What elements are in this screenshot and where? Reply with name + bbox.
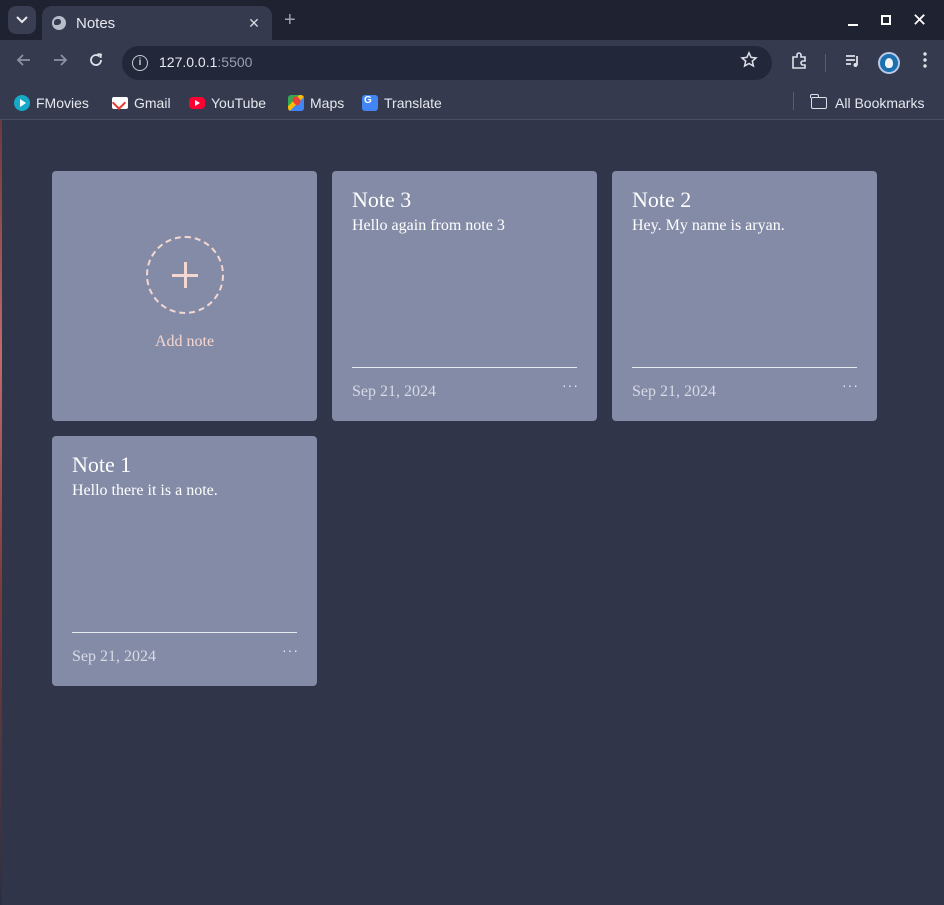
browser-toolbar: i 127.0.0.1:5500 [0,40,944,86]
note-divider [352,367,577,368]
note-date: Sep 21, 2024 [72,648,156,665]
address-bar[interactable]: i 127.0.0.1:5500 [122,46,772,80]
maximize-icon[interactable] [870,10,903,30]
chevron-down-icon [16,16,28,24]
media-controls-icon[interactable] [842,52,864,77]
window-close-icon[interactable]: ✕ [903,10,936,30]
gmail-icon [112,97,128,109]
translate-icon [362,95,378,111]
extensions-icon[interactable] [788,52,810,77]
site-info-icon[interactable]: i [132,55,148,71]
bookmarks-bar: FMovies Gmail YouTube Maps Translate All… [0,86,944,120]
bookmark-youtube[interactable]: YouTube [189,92,266,114]
note-divider [632,367,857,368]
bookmark-gmail[interactable]: Gmail [112,92,171,114]
all-bookmarks-button[interactable]: All Bookmarks [810,92,924,114]
close-tab-icon[interactable]: ✕ [246,15,262,32]
note-title: Note 1 [72,452,132,477]
bookmark-translate[interactable]: Translate [362,92,442,114]
fmovies-icon [14,95,30,111]
add-note-card[interactable]: Add note [52,171,317,421]
new-tab-button[interactable]: + [284,8,296,32]
add-note-label: Add note [154,333,215,350]
note-card[interactable]: Note 2 Hey. My name is aryan. Sep 21, 20… [612,171,877,421]
reload-button[interactable] [85,52,107,74]
more-menu-icon[interactable] [914,52,936,75]
maps-icon [288,95,304,111]
profile-avatar[interactable] [878,52,900,74]
more-options-icon[interactable]: ··· [562,377,579,393]
note-date: Sep 21, 2024 [352,383,436,400]
folder-icon [810,94,827,109]
note-title: Note 3 [352,187,412,212]
url-text: 127.0.0.1:5500 [159,54,253,70]
youtube-icon [189,97,205,109]
more-options-icon[interactable]: ··· [282,642,299,658]
globe-icon [52,16,66,30]
note-body: Hello there it is a note. [72,482,218,499]
back-button[interactable] [13,52,35,74]
bookmark-star-icon[interactable] [740,50,758,74]
tab-title: Notes [76,14,116,32]
tab-search-button[interactable] [8,6,36,34]
arrow-left-icon [16,54,30,66]
note-card[interactable]: Note 3 Hello again from note 3 Sep 21, 2… [332,171,597,421]
note-body: Hello again from note 3 [352,217,505,234]
more-options-icon[interactable]: ··· [842,377,859,393]
forward-button[interactable] [49,52,71,74]
toolbar-divider [825,54,826,72]
bookmark-fmovies[interactable]: FMovies [14,92,89,114]
notes-page: Add note Note 3 Hello again from note 3 … [2,121,944,905]
reload-icon [90,53,103,66]
arrow-right-icon [54,54,68,66]
note-card[interactable]: Note 1 Hello there it is a note. Sep 21,… [52,436,317,686]
bookmark-maps[interactable]: Maps [288,92,344,114]
note-body: Hey. My name is aryan. [632,217,785,234]
tab-notes[interactable]: Notes ✕ [42,6,272,40]
note-date: Sep 21, 2024 [632,383,716,400]
note-title: Note 2 [632,187,692,212]
minimize-icon[interactable] [837,10,870,30]
note-divider [72,632,297,633]
bookmarks-divider [793,92,794,110]
plus-icon [146,236,224,314]
tab-strip: Notes ✕ + ✕ [0,0,944,40]
